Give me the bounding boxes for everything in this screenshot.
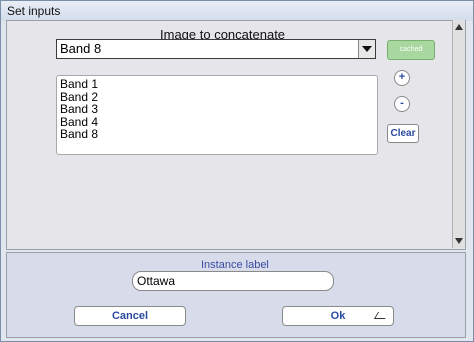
list-item[interactable]: Band 1 — [57, 78, 377, 91]
ok-button[interactable]: Ok — [282, 306, 394, 326]
image-select-value: Band 8 — [60, 41, 102, 56]
scroll-down-icon[interactable] — [455, 238, 463, 244]
list-item[interactable]: Band 3 — [57, 103, 377, 116]
band-list[interactable]: Band 1 Band 2 Band 3 Band 4 Band 8 — [56, 75, 378, 155]
cancel-button[interactable]: Cancel — [74, 306, 186, 326]
image-select[interactable]: Band 8 — [56, 39, 376, 59]
instance-label-value: Ottawa — [137, 274, 176, 288]
list-item[interactable]: Band 2 — [57, 90, 377, 104]
scroll-up-icon[interactable] — [455, 24, 463, 30]
ok-button-label: Ok — [330, 310, 346, 322]
cached-button[interactable]: cached — [387, 40, 435, 60]
list-item[interactable]: Band 8 — [57, 128, 377, 141]
window-title: Set inputs — [7, 4, 61, 18]
title-bar: Set inputs — [1, 1, 473, 21]
step-icon — [373, 312, 390, 319]
remove-button[interactable]: - — [394, 96, 410, 112]
dropdown-button[interactable] — [358, 40, 375, 58]
add-button[interactable]: + — [394, 70, 410, 86]
vertical-scrollbar[interactable] — [452, 20, 465, 248]
instance-label-heading: Instance label — [201, 259, 269, 271]
chevron-down-icon — [362, 46, 372, 52]
instance-label-input[interactable]: Ottawa — [132, 271, 334, 291]
list-item[interactable]: Band 4 — [57, 115, 377, 129]
clear-button[interactable]: Clear — [387, 124, 419, 143]
